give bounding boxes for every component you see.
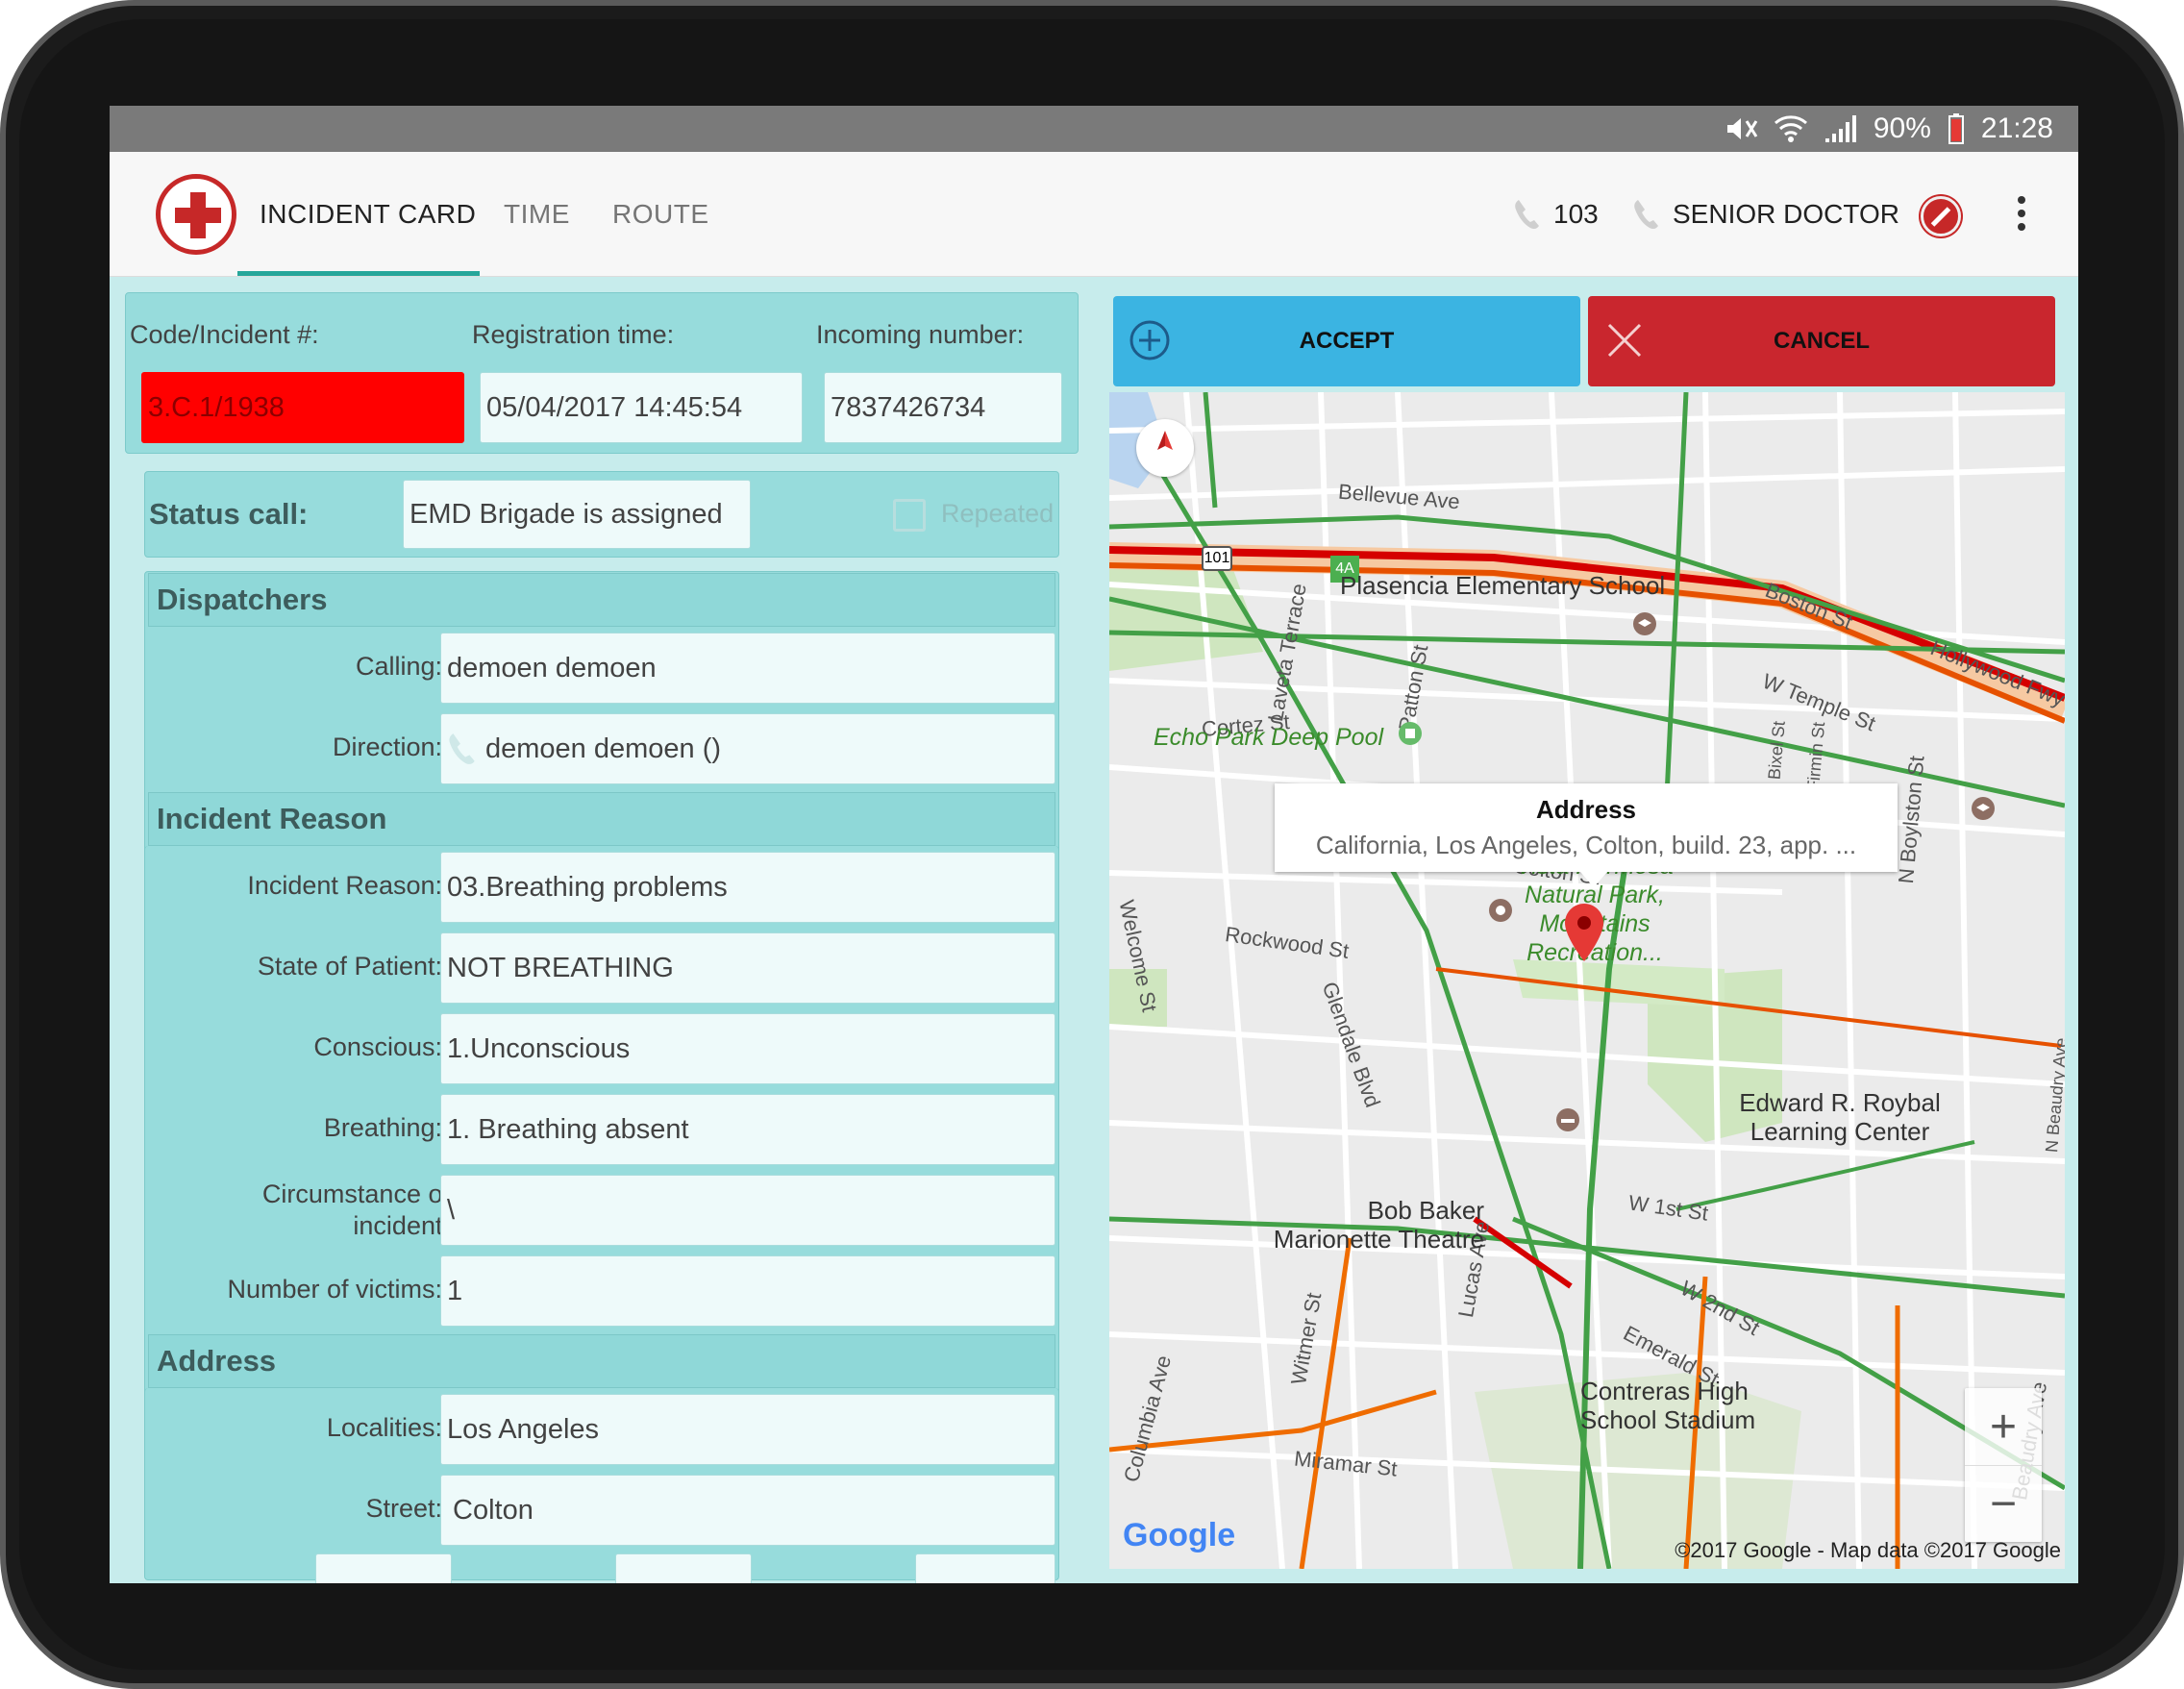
circumstance-field[interactable]: \ xyxy=(440,1175,1055,1246)
registration-label: Registration time: xyxy=(472,320,675,349)
number-of-victims-field[interactable]: 1 xyxy=(440,1255,1055,1327)
entrance-field[interactable] xyxy=(915,1553,1055,1583)
phone-icon xyxy=(449,733,475,764)
zoom-in-button[interactable]: + xyxy=(1965,1388,2042,1465)
app-bar: INCIDENT CARD TIME ROUTE 103 SENIOR DOCT… xyxy=(110,152,2078,277)
incident-info-panel: Code/Incident #: Registration time: Inco… xyxy=(125,292,1079,454)
clock: 21:28 xyxy=(1980,112,2053,144)
popup-tail xyxy=(1580,872,1607,887)
highway-shield-101: 101 xyxy=(1202,546,1232,571)
state-of-patient-label: State of Patient: xyxy=(257,952,442,981)
phone-icon xyxy=(1634,200,1658,230)
phone-icon xyxy=(1515,200,1539,230)
app-logo xyxy=(156,174,236,255)
theatre-icon xyxy=(1489,899,1512,922)
close-icon xyxy=(1607,323,1642,358)
incident-reason-label: Incident Reason: xyxy=(247,871,442,900)
incoming-label: Incoming number: xyxy=(816,320,1025,349)
street-field[interactable]: Colton xyxy=(440,1475,1055,1546)
direction-value: demoen demoen () xyxy=(485,733,722,764)
map-copyright: ©2017 Google - Map data ©2017 Google xyxy=(1675,1538,2061,1562)
battery-percent: 90% xyxy=(1873,112,1931,144)
status-call-panel: Status call: EMD Brigade is assigned Rep… xyxy=(144,471,1059,558)
school-icon xyxy=(1972,797,1995,820)
direction-label: Direction: xyxy=(332,733,442,761)
status-bar: 90% 21:28 xyxy=(110,106,2078,152)
localities-field[interactable]: Los Angeles xyxy=(440,1394,1055,1465)
code-label: Code/Incident #: xyxy=(130,320,319,349)
poi-bob-baker-theatre: Bob Baker Marionette Theatre xyxy=(1273,1196,1484,1254)
status-call-label: Status call: xyxy=(149,497,309,531)
battery-icon xyxy=(1948,113,1964,144)
zoom-controls: + − xyxy=(1965,1388,2042,1542)
google-logo: Google xyxy=(1123,1517,1236,1553)
incident-reason-section-header: Incident Reason xyxy=(148,792,1055,846)
number-of-victims-label: Number of victims: xyxy=(227,1275,442,1304)
status-call-field[interactable]: EMD Brigade is assigned xyxy=(403,480,751,549)
street-label: Street: xyxy=(365,1494,442,1523)
compass-icon[interactable] xyxy=(1136,419,1194,477)
phone-number: 103 xyxy=(1553,199,1599,229)
role-label: SENIOR DOCTOR xyxy=(1673,199,1899,229)
accept-button[interactable]: ACCEPT xyxy=(1113,296,1580,386)
cancel-button[interactable]: CANCEL xyxy=(1588,296,2055,386)
building-field[interactable] xyxy=(315,1553,452,1583)
breathing-field[interactable]: 1. Breathing absent xyxy=(440,1094,1055,1165)
school-icon xyxy=(1633,612,1656,635)
code-field[interactable]: 3.C.1/1938 xyxy=(141,372,464,443)
signal-icon xyxy=(1824,115,1856,142)
overflow-menu-icon[interactable] xyxy=(2017,196,2026,235)
conscious-field[interactable]: 1.Unconscious xyxy=(440,1013,1055,1084)
state-of-patient-field[interactable]: NOT BREATHING xyxy=(440,932,1055,1004)
do-not-disturb-icon[interactable] xyxy=(1921,196,1961,236)
incoming-number-field[interactable]: 7837426734 xyxy=(824,372,1062,443)
direction-field[interactable]: demoen demoen () xyxy=(440,713,1055,784)
breathing-label: Breathing: xyxy=(323,1113,442,1142)
tab-incident-card[interactable]: INCIDENT CARD xyxy=(260,152,476,277)
plus-circle-icon xyxy=(1129,320,1170,360)
poi-plasencia-school: Plasencia Elementary School xyxy=(1340,571,1666,600)
tab-time[interactable]: TIME xyxy=(504,152,570,277)
cancel-label: CANCEL xyxy=(1774,328,1870,354)
stadium-icon xyxy=(1556,1108,1579,1131)
localities-label: Localities: xyxy=(326,1413,442,1442)
circumstance-label: Circumstance of incident: xyxy=(261,1180,450,1240)
popup-address: California, Los Angeles, Colton, build. … xyxy=(1315,831,1857,859)
tab-route[interactable]: ROUTE xyxy=(612,152,709,277)
address-section-header: Address xyxy=(148,1334,1055,1388)
map-pin-icon[interactable] xyxy=(1563,902,1605,963)
poi-echo-park-pool: Echo Park Deep Pool xyxy=(1154,724,1384,751)
dispatchers-section-header: Dispatchers xyxy=(148,573,1055,627)
repeated-label: Repeated xyxy=(941,499,1055,528)
role-button[interactable]: SENIOR DOCTOR xyxy=(1632,152,1899,277)
repeated-checkbox[interactable] xyxy=(893,499,926,532)
poi-contreras-stadium: Contreras High School Stadium xyxy=(1580,1377,1756,1434)
poi-roybal-center: Edward R. Roybal Learning Center xyxy=(1739,1088,1941,1146)
zoom-out-button[interactable]: − xyxy=(1965,1465,2042,1542)
calling-field[interactable]: demoen demoen xyxy=(440,633,1055,704)
screen: 90% 21:28 INCIDENT CARD TIME ROUTE 103 S… xyxy=(110,106,2078,1583)
map-view[interactable]: Bellevue Ave Boston St Hollywood Fwy W T… xyxy=(1109,392,2065,1569)
address-popup[interactable]: Address California, Los Angeles, Colton,… xyxy=(1275,783,1898,872)
apartment-field[interactable] xyxy=(615,1553,752,1583)
conscious-label: Conscious: xyxy=(313,1032,442,1061)
phone-number-button[interactable]: 103 xyxy=(1513,152,1599,277)
accept-label: ACCEPT xyxy=(1299,328,1395,354)
pool-icon xyxy=(1399,722,1422,745)
mute-icon xyxy=(1726,118,1758,139)
incident-reason-field[interactable]: 03.Breathing problems xyxy=(440,852,1055,923)
active-tab-indicator xyxy=(237,271,480,276)
popup-title: Address xyxy=(1535,795,1637,824)
calling-label: Calling: xyxy=(355,652,442,681)
wifi-icon xyxy=(1774,115,1807,142)
registration-time-field[interactable]: 05/04/2017 14:45:54 xyxy=(480,372,803,443)
